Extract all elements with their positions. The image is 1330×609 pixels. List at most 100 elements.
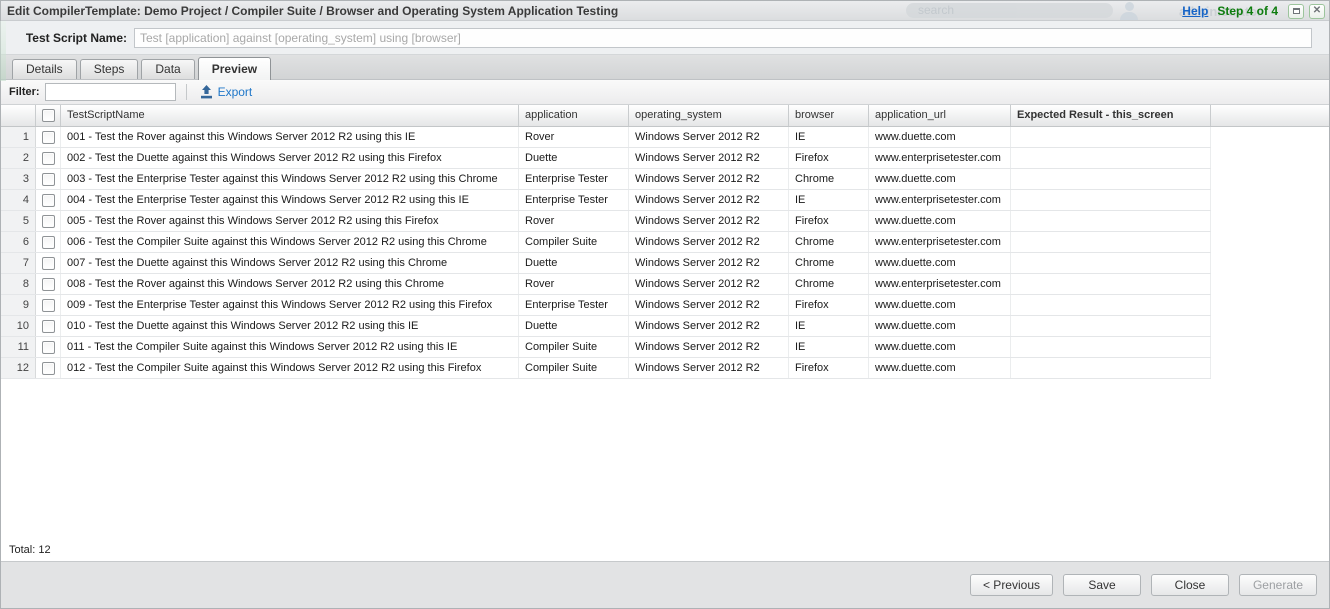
cell-application: Enterprise Tester: [519, 190, 629, 210]
cell-application_url: www.duette.com: [869, 253, 1011, 273]
cell-name: 007 - Test the Duette against this Windo…: [61, 253, 519, 273]
cell-application_url: www.duette.com: [869, 169, 1011, 189]
row-number: 7: [1, 253, 36, 273]
row-checkbox-cell: [36, 253, 61, 273]
cell-name: 006 - Test the Compiler Suite against th…: [61, 232, 519, 252]
restore-button[interactable]: [1288, 4, 1304, 19]
row-checkbox[interactable]: [42, 257, 55, 270]
row-checkbox[interactable]: [42, 236, 55, 249]
tab-details[interactable]: Details: [12, 59, 77, 79]
cell-application: Compiler Suite: [519, 358, 629, 378]
cell-operating_system: Windows Server 2012 R2: [629, 274, 789, 294]
cell-operating_system: Windows Server 2012 R2: [629, 211, 789, 231]
cell-browser: IE: [789, 127, 869, 147]
close-button[interactable]: Close: [1151, 574, 1229, 596]
row-checkbox[interactable]: [42, 299, 55, 312]
row-checkbox[interactable]: [42, 320, 55, 333]
test-script-name-panel: Test Script Name:: [1, 21, 1329, 55]
filter-label: Filter:: [9, 86, 40, 98]
tab-strip: DetailsStepsDataPreview: [1, 55, 1329, 80]
row-checkbox[interactable]: [42, 173, 55, 186]
cell-application: Duette: [519, 316, 629, 336]
column-header-testscriptname[interactable]: TestScriptName: [61, 105, 519, 126]
cell-name: 009 - Test the Enterprise Tester against…: [61, 295, 519, 315]
cell-browser: IE: [789, 190, 869, 210]
row-number: 9: [1, 295, 36, 315]
table-row: 10010 - Test the Duette against this Win…: [1, 316, 1211, 337]
preview-toolbar: Filter: Export: [1, 80, 1329, 105]
cell-name: 010 - Test the Duette against this Windo…: [61, 316, 519, 336]
row-checkbox-cell: [36, 358, 61, 378]
row-number: 2: [1, 148, 36, 168]
cell-application_url: www.enterprisetester.com: [869, 148, 1011, 168]
row-checkbox[interactable]: [42, 341, 55, 354]
page-title: Edit CompilerTemplate: Demo Project / Co…: [7, 4, 618, 18]
tab-data[interactable]: Data: [141, 59, 194, 79]
cell-browser: Chrome: [789, 253, 869, 273]
cell-expected_result: [1011, 127, 1211, 147]
test-script-name-input[interactable]: [134, 28, 1312, 48]
cell-expected_result: [1011, 316, 1211, 336]
cell-browser: Firefox: [789, 148, 869, 168]
cell-application: Enterprise Tester: [519, 295, 629, 315]
cell-browser: Firefox: [789, 358, 869, 378]
toolbar-separator: [186, 84, 187, 100]
cell-operating_system: Windows Server 2012 R2: [629, 127, 789, 147]
cell-name: 001 - Test the Rover against this Window…: [61, 127, 519, 147]
column-header-application[interactable]: application: [519, 105, 629, 126]
cell-application_url: www.duette.com: [869, 127, 1011, 147]
help-link[interactable]: Help: [1182, 4, 1208, 18]
previous-button[interactable]: < Previous: [970, 574, 1053, 596]
filter-input[interactable]: [45, 83, 176, 101]
row-number: 1: [1, 127, 36, 147]
row-checkbox-cell: [36, 169, 61, 189]
row-checkbox-cell: [36, 337, 61, 357]
row-checkbox[interactable]: [42, 362, 55, 375]
cell-application: Compiler Suite: [519, 337, 629, 357]
row-checkbox[interactable]: [42, 152, 55, 165]
export-label: Export: [218, 85, 253, 99]
column-header-operating-system[interactable]: operating_system: [629, 105, 789, 126]
row-number: 8: [1, 274, 36, 294]
row-checkbox[interactable]: [42, 131, 55, 144]
cell-operating_system: Windows Server 2012 R2: [629, 148, 789, 168]
cell-name: 012 - Test the Compiler Suite against th…: [61, 358, 519, 378]
preview-grid: TestScriptNameapplicationoperating_syste…: [1, 105, 1329, 561]
export-button[interactable]: Export: [196, 83, 257, 101]
column-header-application-url[interactable]: application_url: [869, 105, 1011, 126]
row-number: 4: [1, 190, 36, 210]
cell-expected_result: [1011, 232, 1211, 252]
cell-operating_system: Windows Server 2012 R2: [629, 358, 789, 378]
cell-application_url: www.duette.com: [869, 211, 1011, 231]
cell-expected_result: [1011, 337, 1211, 357]
cell-expected_result: [1011, 274, 1211, 294]
cell-operating_system: Windows Server 2012 R2: [629, 190, 789, 210]
step-indicator: Step 4 of 4: [1217, 4, 1278, 18]
select-all-checkbox[interactable]: [42, 109, 55, 122]
column-header-expected-result-this-screen[interactable]: Expected Result - this_screen: [1011, 105, 1211, 126]
row-checkbox-cell: [36, 148, 61, 168]
close-button[interactable]: ✕: [1309, 4, 1325, 19]
cell-name: 002 - Test the Duette against this Windo…: [61, 148, 519, 168]
cell-application: Rover: [519, 211, 629, 231]
table-row: 8008 - Test the Rover against this Windo…: [1, 274, 1211, 295]
table-row: 12012 - Test the Compiler Suite against …: [1, 358, 1211, 379]
table-row: 5005 - Test the Rover against this Windo…: [1, 211, 1211, 232]
cell-application_url: www.enterprisetester.com: [869, 190, 1011, 210]
background-logo-sliver: [0, 21, 6, 81]
row-checkbox-cell: [36, 316, 61, 336]
save-button[interactable]: Save: [1063, 574, 1141, 596]
tab-preview[interactable]: Preview: [198, 57, 271, 80]
background-search-input: search: [906, 3, 1113, 18]
tab-steps[interactable]: Steps: [80, 59, 139, 79]
cell-application_url: www.duette.com: [869, 358, 1011, 378]
grid-rows: 1 001 - Test the Rover against this Windo…: [1, 127, 1329, 379]
cell-expected_result: [1011, 295, 1211, 315]
cell-application_url: www.enterprisetester.com: [869, 274, 1011, 294]
row-checkbox[interactable]: [42, 194, 55, 207]
row-checkbox[interactable]: [42, 278, 55, 291]
row-checkbox[interactable]: [42, 215, 55, 228]
table-row: 3003 - Test the Enterprise Tester agains…: [1, 169, 1211, 190]
column-header-browser[interactable]: browser: [789, 105, 869, 126]
cell-application: Rover: [519, 127, 629, 147]
